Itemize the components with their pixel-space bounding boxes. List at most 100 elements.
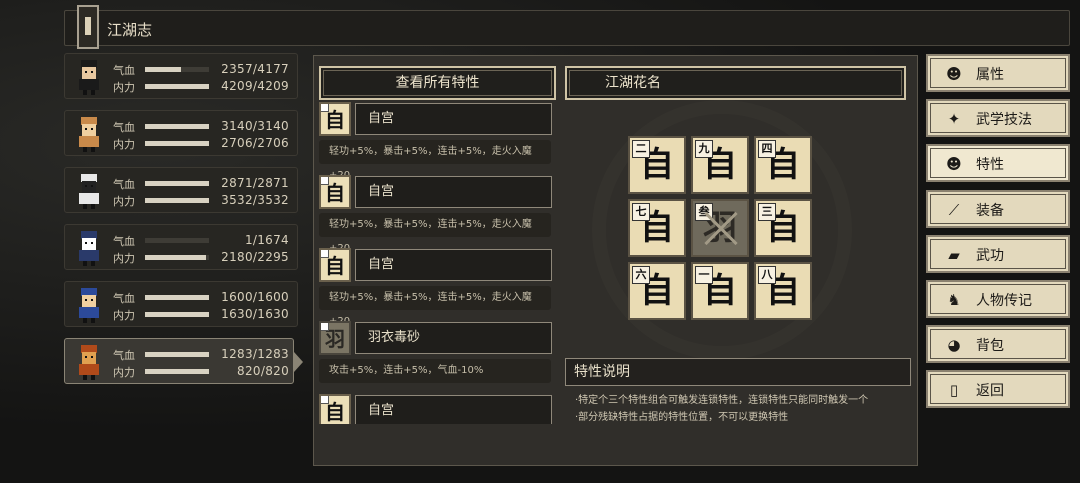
- hp-label: 气血: [113, 178, 135, 191]
- trait-slot[interactable]: 叁 羽: [691, 199, 749, 257]
- trait-slot[interactable]: 四 自: [754, 136, 812, 194]
- character-card[interactable]: 气血 2871/2871 内力 3532/3532: [64, 167, 298, 213]
- mp-stat: 内力 4209/4209: [113, 79, 297, 94]
- hp-value: 1/1674: [244, 233, 289, 247]
- hp-bar: [145, 124, 209, 129]
- scroll-icon: ▰: [948, 246, 960, 264]
- menu-button[interactable]: ⟋ 装备: [926, 190, 1070, 228]
- page-title: 江湖志: [107, 21, 153, 39]
- hp-stat: 气血 2871/2871: [113, 176, 297, 191]
- trait-slot[interactable]: 七 自: [628, 199, 686, 257]
- slot-number: 九: [695, 140, 713, 158]
- trait-effect: 轻功+5%，暴击+5%，连击+5%，走火入魔+20: [319, 140, 551, 181]
- character-card[interactable]: 气血 1600/1600 内力 1630/1630: [64, 281, 298, 327]
- avatar: [71, 343, 107, 381]
- slot-number: 六: [632, 266, 650, 284]
- trait-card-icon: 自: [319, 248, 351, 282]
- mp-value: 2706/2706: [221, 136, 289, 150]
- mp-label: 内力: [113, 366, 135, 379]
- character-card[interactable]: 气血 2357/4177 内力 4209/4209: [64, 53, 298, 99]
- mp-value: 820/820: [237, 364, 289, 378]
- menu-label: 特性: [976, 157, 1004, 173]
- mp-label: 内力: [113, 81, 135, 94]
- trait-card-icon: 羽: [319, 321, 351, 355]
- trait-item[interactable]: 羽 羽衣毒砂 攻击+5%，连击+5%，气血-10%: [319, 321, 555, 393]
- slot-number: 二: [632, 140, 650, 158]
- nickname-button[interactable]: 江湖花名: [565, 66, 906, 100]
- trait-slot[interactable]: 六 自: [628, 262, 686, 320]
- menu-button[interactable]: ☻ 特性: [926, 144, 1070, 182]
- character-card[interactable]: 气血 1/1674 内力 2180/2295: [64, 224, 298, 270]
- skill-icon: ✦: [947, 110, 961, 128]
- hp-stat: 气血 2357/4177: [113, 62, 297, 77]
- menu-button[interactable]: ✦ 武学技法: [926, 99, 1070, 137]
- trait-item[interactable]: 自 自宫 轻功+5%，暴击+5%，连击+5%，走火入魔+20: [319, 102, 555, 181]
- bag-icon: ◕: [947, 336, 961, 354]
- description-line: ·特定个三个特性组合可触发连锁特性，连锁特性只能同时触发一个: [575, 395, 869, 406]
- mp-label: 内力: [113, 138, 135, 151]
- mp-label: 内力: [113, 195, 135, 208]
- mp-stat: 内力 820/820: [113, 364, 297, 379]
- trait-corner: [321, 104, 329, 112]
- mp-bar: [145, 141, 209, 146]
- mp-bar: [145, 255, 209, 260]
- menu-button[interactable]: ♞ 人物传记: [926, 280, 1070, 318]
- sword-icon: ⟋: [948, 201, 960, 219]
- trait-item[interactable]: 自 自宫: [319, 394, 555, 424]
- selected-arrow-icon: [294, 352, 303, 372]
- mp-value: 1630/1630: [221, 307, 289, 321]
- hp-bar: [145, 238, 209, 243]
- trait-slot[interactable]: 三 自: [754, 199, 812, 257]
- slot-number: 八: [758, 266, 776, 284]
- mp-bar: [145, 369, 209, 374]
- mp-stat: 内力 2706/2706: [113, 136, 297, 151]
- hp-bar: [145, 181, 209, 186]
- trait-slot[interactable]: 九 自: [691, 136, 749, 194]
- hp-label: 气血: [113, 121, 135, 134]
- view-all-traits-button[interactable]: 查看所有特性: [319, 66, 556, 100]
- trait-item[interactable]: 自 自宫 轻功+5%，暴击+5%，连击+5%，走火入魔+20: [319, 248, 555, 327]
- menu-button[interactable]: ☻ 属性: [926, 54, 1070, 92]
- trait-slot[interactable]: 一 自: [691, 262, 749, 320]
- door-icon: ▯: [949, 381, 959, 399]
- character-card[interactable]: 气血 1283/1283 内力 820/820: [64, 338, 303, 384]
- slot-number: 三: [758, 203, 776, 221]
- menu-label: 属性: [976, 67, 1004, 83]
- trait-effect: 轻功+5%，暴击+5%，连击+5%，走火入魔+20: [319, 213, 551, 254]
- hp-stat: 气血 1/1674: [113, 233, 297, 248]
- menu-label: 人物传记: [976, 293, 1032, 309]
- character-card[interactable]: 气血 3140/3140 内力 2706/2706: [64, 110, 298, 156]
- avatar: [71, 172, 107, 210]
- trait-description-title: 特性说明: [565, 358, 911, 386]
- menu-label: 返回: [976, 383, 1004, 399]
- menu-label: 背包: [976, 338, 1004, 354]
- hp-value: 2357/4177: [221, 62, 289, 76]
- mp-value: 3532/3532: [221, 193, 289, 207]
- menu-button[interactable]: ◕ 背包: [926, 325, 1070, 363]
- mp-stat: 内力 3532/3532: [113, 193, 297, 208]
- trait-item[interactable]: 自 自宫 轻功+5%，暴击+5%，连击+5%，走火入魔+20: [319, 175, 555, 254]
- hp-label: 气血: [113, 292, 135, 305]
- menu-button[interactable]: ▰ 武功: [926, 235, 1070, 273]
- trait-corner: [321, 250, 329, 258]
- menu-button[interactable]: ▯ 返回: [926, 370, 1070, 408]
- trait-slot[interactable]: 八 自: [754, 262, 812, 320]
- description-line: ·部分残缺特性占据的特性位置，不可以更换特性: [575, 412, 789, 423]
- hp-value: 3140/3140: [221, 119, 289, 133]
- person-icon: ☻: [946, 65, 962, 83]
- trait-name: 自宫: [355, 395, 552, 424]
- trait-card-icon: 自: [319, 175, 351, 209]
- trait-corner: [321, 323, 329, 331]
- slot-number: 四: [758, 140, 776, 158]
- avatar: [71, 229, 107, 267]
- trait-list[interactable]: 自 自宫 轻功+5%，暴击+5%，连击+5%，走火入魔+20 自 自宫 轻功+5…: [319, 102, 555, 424]
- mp-label: 内力: [113, 252, 135, 265]
- trait-slot[interactable]: 二 自: [628, 136, 686, 194]
- trait-description-body: ·特定个三个特性组合可触发连锁特性，连锁特性只能同时触发一个 ·部分残缺特性占据…: [575, 392, 905, 426]
- trait-effect: 轻功+5%，暴击+5%，连击+5%，走火入魔+20: [319, 286, 551, 327]
- hp-stat: 气血 1600/1600: [113, 290, 297, 305]
- slot-number: 一: [695, 266, 713, 284]
- trait-name: 羽衣毒砂: [355, 322, 552, 354]
- mp-bar: [145, 312, 209, 317]
- hp-bar: [145, 352, 209, 357]
